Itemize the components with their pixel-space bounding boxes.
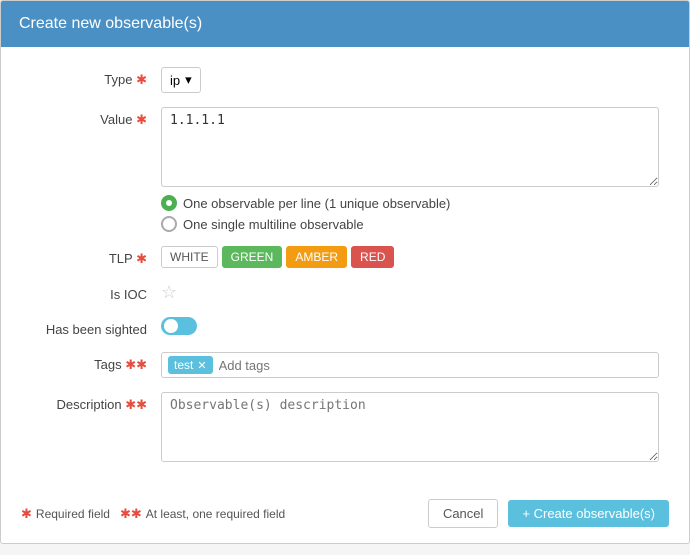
legend-required-text: Required field <box>36 507 110 521</box>
legend-required-star: ✱ <box>21 506 32 522</box>
tlp-red-button[interactable]: RED <box>351 246 394 268</box>
type-label: Type ✱ <box>31 67 161 88</box>
description-control <box>161 392 659 465</box>
type-select-button[interactable]: ip ▾ <box>161 67 201 93</box>
modal-header: Create new observable(s) <box>1 1 689 47</box>
radio-one-per-line-icon <box>161 195 177 211</box>
legend-double-star: ✱✱ <box>120 506 142 522</box>
tag-test-remove[interactable]: ✕ <box>197 359 206 372</box>
has-been-sighted-label: Has been sighted <box>31 317 161 337</box>
tlp-amber-button[interactable]: AMBER <box>286 246 347 268</box>
is-ioc-row: Is IOC ☆ <box>31 282 659 303</box>
tags-row: Tags ✱✱ test ✕ <box>31 352 659 378</box>
description-textarea[interactable] <box>161 392 659 462</box>
create-observable-button[interactable]: + Create observable(s) <box>508 500 669 527</box>
modal-body: Type ✱ ip ▾ Value ✱ 1.1.1.1 <box>1 47 689 489</box>
create-observable-modal: Create new observable(s) Type ✱ ip ▾ Val… <box>0 0 690 544</box>
value-label: Value ✱ <box>31 107 161 128</box>
tlp-row: TLP ✱ WHITE GREEN AMBER RED <box>31 246 659 268</box>
tags-add-input[interactable] <box>219 358 652 373</box>
tlp-required-star: ✱ <box>136 251 147 266</box>
value-row: Value ✱ 1.1.1.1 One observable per line … <box>31 107 659 232</box>
tlp-label: TLP ✱ <box>31 246 161 267</box>
tags-label: Tags ✱✱ <box>31 352 161 373</box>
is-ioc-star-icon[interactable]: ☆ <box>161 282 177 302</box>
tags-input[interactable]: test ✕ <box>161 352 659 378</box>
description-required-double: ✱✱ <box>125 397 147 412</box>
toggle-circle <box>164 319 178 333</box>
is-ioc-control: ☆ <box>161 282 659 303</box>
is-ioc-label: Is IOC <box>31 282 161 302</box>
dropdown-arrow-icon: ▾ <box>185 72 192 88</box>
tags-required-double: ✱✱ <box>125 357 147 372</box>
has-been-sighted-row: Has been sighted <box>31 317 659 338</box>
tlp-control: WHITE GREEN AMBER RED <box>161 246 659 268</box>
footer-actions: Cancel + Create observable(s) <box>428 499 669 528</box>
cancel-button[interactable]: Cancel <box>428 499 498 528</box>
value-textarea[interactable]: 1.1.1.1 <box>161 107 659 187</box>
tag-test-label: test <box>174 358 193 372</box>
type-row: Type ✱ ip ▾ <box>31 67 659 93</box>
radio-one-per-line[interactable]: One observable per line (1 unique observ… <box>161 195 659 211</box>
type-required-star: ✱ <box>136 72 147 87</box>
radio-group: One observable per line (1 unique observ… <box>161 195 659 232</box>
legend-at-least-item: ✱✱ At least, one required field <box>120 506 285 522</box>
has-been-sighted-control <box>161 317 659 338</box>
value-required-star: ✱ <box>136 112 147 127</box>
radio-multiline[interactable]: One single multiline observable <box>161 216 659 232</box>
legend-at-least-text: At least, one required field <box>146 507 285 521</box>
type-control: ip ▾ <box>161 67 659 93</box>
tlp-white-button[interactable]: WHITE <box>161 246 218 268</box>
description-row: Description ✱✱ <box>31 392 659 465</box>
modal-footer: ✱ Required field ✱✱ At least, one requir… <box>1 489 689 543</box>
has-been-sighted-toggle[interactable] <box>161 317 197 335</box>
type-value: ip <box>170 73 180 88</box>
tag-test: test ✕ <box>168 356 213 374</box>
radio-multiline-icon <box>161 216 177 232</box>
value-control: 1.1.1.1 One observable per line (1 uniqu… <box>161 107 659 232</box>
description-label: Description ✱✱ <box>31 392 161 413</box>
tlp-green-button[interactable]: GREEN <box>222 246 283 268</box>
modal-title: Create new observable(s) <box>19 15 202 32</box>
legend-required-item: ✱ Required field <box>21 506 110 522</box>
footer-legend: ✱ Required field ✱✱ At least, one requir… <box>21 506 285 522</box>
